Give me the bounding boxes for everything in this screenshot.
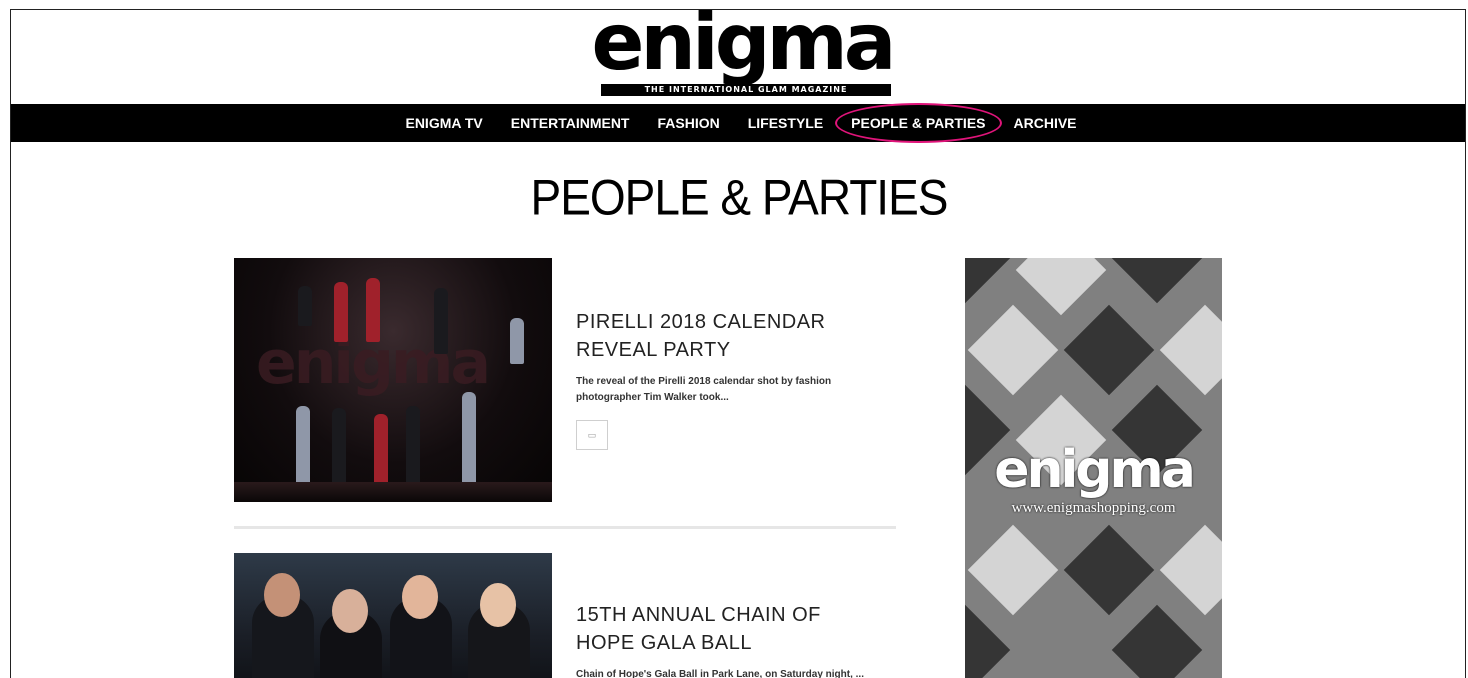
article-thumbnail[interactable]: enigma [234,258,552,502]
figure [374,414,388,490]
article-title[interactable]: 15TH ANNUAL CHAIN OF HOPE GALA BALL [576,601,876,657]
figure [298,286,312,326]
figure [462,392,476,490]
page-frame: enigma THE INTERNATIONAL GLAM MAGAZINE E… [10,9,1466,678]
person-head [332,589,368,633]
article-body: 15TH ANNUAL CHAIN OF HOPE GALA BALL Chai… [576,601,876,678]
article-title[interactable]: PIRELLI 2018 CALENDAR REVEAL PARTY [576,308,876,364]
site-logo[interactable]: enigma THE INTERNATIONAL GLAM MAGAZINE [587,10,897,106]
article-body: PIRELLI 2018 CALENDAR REVEAL PARTY The r… [576,308,876,450]
ad-wordmark: enigma [994,440,1196,500]
nav-item-people-parties[interactable]: PEOPLE & PARTIES [835,103,1002,143]
figure [406,406,420,490]
figure [434,288,448,354]
figure [366,278,380,342]
figure [334,282,348,342]
stage-floor [234,482,552,502]
sidebar-ad[interactable]: enigma www.enigmashopping.com [965,258,1222,678]
article-thumbnail[interactable] [234,553,552,678]
page-title: PEOPLE & PARTIES [530,168,949,226]
article-divider [234,526,896,529]
nav-item-fashion[interactable]: FASHION [657,115,719,131]
ad-url: www.enigmashopping.com [1011,500,1176,516]
logo-wordmark: enigma [591,9,897,88]
person-head [480,583,516,627]
figure [296,406,310,488]
nav-item-lifestyle[interactable]: LIFESTYLE [748,115,823,131]
nav-item-enigma-tv[interactable]: ENIGMA TV [405,115,482,131]
figure [332,408,346,488]
article-excerpt: The reveal of the Pirelli 2018 calendar … [576,376,832,403]
article-card: enigma PIRELLI 2018 CALENDAR REVEAL PART… [234,258,896,502]
person-head [402,575,438,619]
article-card: 15TH ANNUAL CHAIN OF HOPE GALA BALL Chai… [234,553,896,678]
person-head [264,573,300,617]
article-excerpt: Chain of Hope's Gala Ball in Park Lane, … [576,669,864,678]
nav-item-entertainment[interactable]: ENTERTAINMENT [511,115,630,131]
logo-tagline: THE INTERNATIONAL GLAM MAGAZINE [601,84,891,96]
nav-item-archive[interactable]: ARCHIVE [1014,115,1077,131]
nav-list: ENIGMA TV ENTERTAINMENT FASHION LIFESTYL… [11,103,1465,143]
figure [510,318,524,364]
main-nav: ENIGMA TV ENTERTAINMENT FASHION LIFESTYL… [11,103,1465,143]
comment-icon[interactable]: ▭ [576,420,608,450]
